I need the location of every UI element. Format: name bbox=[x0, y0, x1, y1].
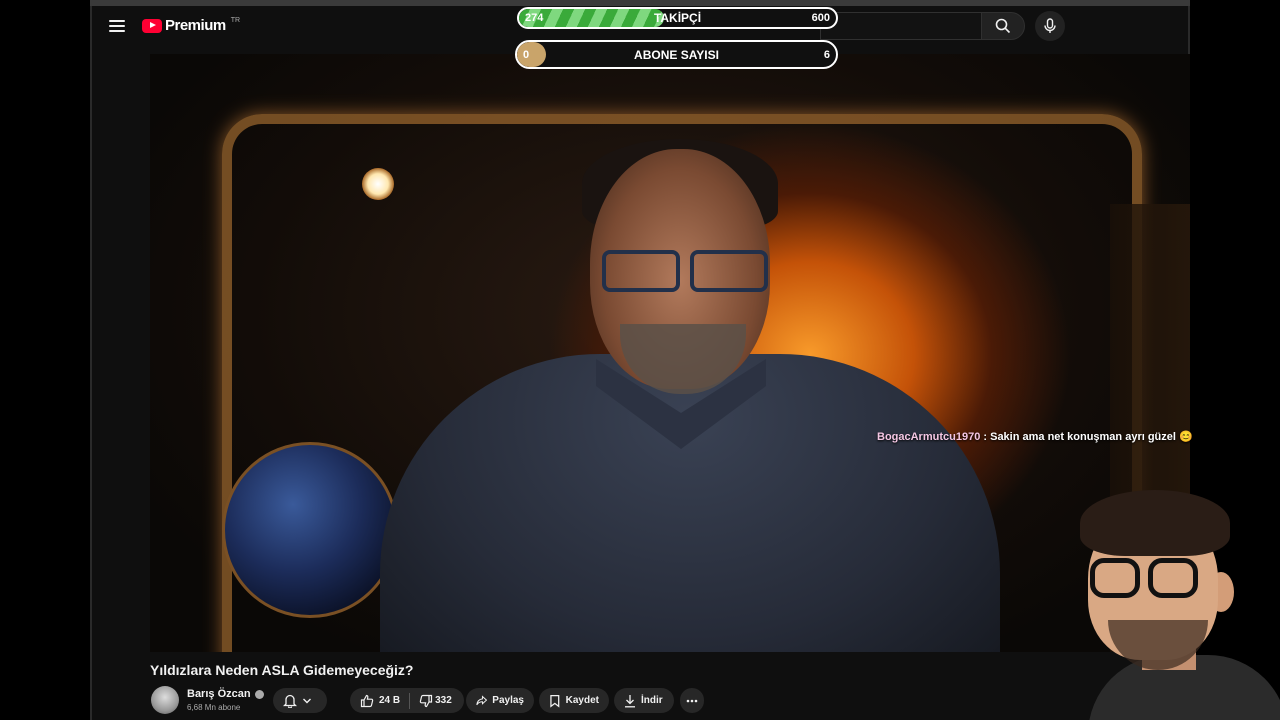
followers-label: TAKİPÇİ bbox=[653, 11, 702, 25]
download-button[interactable]: İndir bbox=[614, 688, 674, 713]
share-label: Paylaş bbox=[492, 695, 524, 706]
subscriber-count: 6,68 Mn abone bbox=[187, 703, 241, 712]
streamer-avatar-overlay bbox=[1068, 480, 1280, 720]
logo-region: TR bbox=[230, 17, 241, 24]
followers-goal: 600 bbox=[811, 12, 830, 24]
download-label: İndir bbox=[641, 695, 663, 706]
more-actions-button[interactable] bbox=[680, 688, 704, 713]
followers-goal-bar: 274 TAKİPÇİ 600 bbox=[517, 7, 838, 29]
search-icon bbox=[995, 18, 1011, 34]
share-icon bbox=[476, 695, 488, 706]
chevron-down-icon bbox=[303, 698, 311, 703]
notification-bell-button[interactable] bbox=[273, 688, 327, 713]
search-button[interactable] bbox=[981, 12, 1025, 40]
like-separator bbox=[409, 692, 411, 709]
search-input[interactable] bbox=[820, 12, 983, 40]
channel-name[interactable]: Barış Özcan bbox=[187, 688, 264, 700]
chat-username: BogacArmutcu1970 bbox=[877, 431, 981, 443]
presenter-glasses bbox=[602, 250, 768, 292]
avatar-glasses-right bbox=[1148, 558, 1198, 598]
save-label: Kaydet bbox=[565, 695, 599, 706]
dislike-count: 332 bbox=[435, 695, 452, 706]
menu-icon[interactable] bbox=[108, 17, 126, 35]
lamp-light bbox=[362, 168, 394, 200]
verified-icon bbox=[254, 689, 264, 699]
channel-avatar[interactable] bbox=[151, 686, 179, 714]
bell-icon bbox=[283, 694, 297, 708]
mic-icon bbox=[1044, 18, 1056, 33]
voice-search-button[interactable] bbox=[1035, 11, 1065, 41]
chat-text: : Sakin ama net konuşman ayrı güzel 😊 bbox=[980, 431, 1193, 443]
more-icon bbox=[686, 699, 698, 702]
like-button[interactable]: 24 B bbox=[360, 694, 400, 708]
save-button[interactable]: Kaydet bbox=[539, 688, 609, 713]
bookmark-icon bbox=[550, 694, 560, 708]
subscribers-label: ABONE SAYISI bbox=[634, 47, 719, 62]
subscribers-goal-bar: 0 ABONE SAYISI 6 bbox=[515, 40, 838, 69]
channel-name-text: Barış Özcan bbox=[187, 688, 251, 700]
chat-message: BogacArmutcu1970 : Sakin ama net konuşma… bbox=[877, 430, 1193, 443]
avatar-glasses-left bbox=[1090, 558, 1140, 598]
subscribers-goal: 6 bbox=[823, 48, 830, 61]
video-player[interactable] bbox=[150, 54, 1190, 652]
logo-text: Premium bbox=[165, 17, 226, 34]
like-dislike-group: 24 B 332 bbox=[350, 688, 464, 713]
share-button[interactable]: Paylaş bbox=[466, 688, 534, 713]
thumbs-up-icon bbox=[360, 694, 374, 707]
video-title: Yıldızlara Neden ASLA Gidemeyeceğiz? bbox=[150, 662, 414, 678]
like-count: 24 B bbox=[379, 695, 401, 706]
presenter-body bbox=[380, 354, 1000, 652]
globe bbox=[222, 442, 398, 618]
window-top-border bbox=[90, 0, 1190, 6]
avatar-hair bbox=[1080, 490, 1230, 556]
dislike-button[interactable]: 332 bbox=[419, 694, 452, 708]
youtube-logo[interactable]: Premium TR bbox=[142, 17, 240, 34]
thumbs-down-icon bbox=[419, 694, 433, 707]
download-icon bbox=[625, 694, 635, 707]
youtube-logo-icon bbox=[142, 18, 162, 33]
